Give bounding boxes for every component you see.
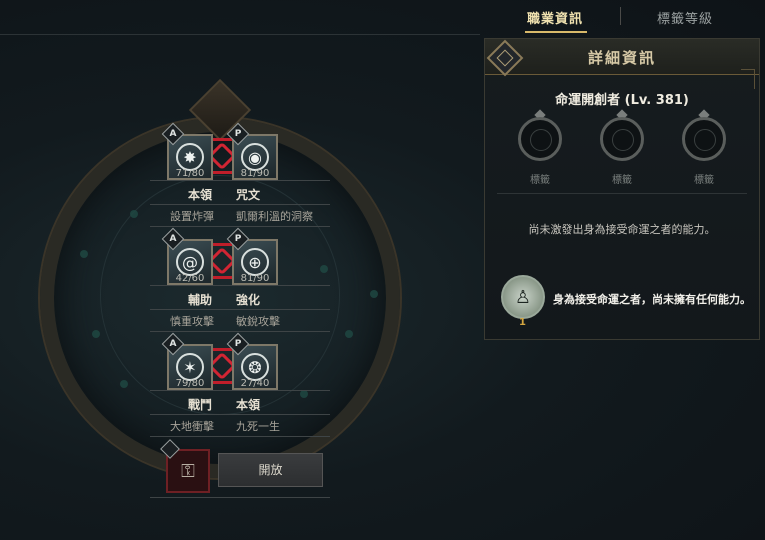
rune-glyph — [92, 330, 100, 338]
skill-count: 81/90 — [240, 168, 270, 179]
skill-count: 79/80 — [175, 378, 205, 389]
row-divider — [150, 436, 330, 437]
row-divider — [150, 309, 330, 310]
skill-category: 戰鬥 — [188, 398, 213, 412]
detail-panel: 詳細資訊 命運開創者 (Lv. 381) 標籤 標籤 標籤 尚未激發出身為接受命… — [484, 38, 760, 340]
skill-row: A ✶ P ❂ 79/80 27/40 戰鬥 本領 大地衝擊 九死一生 — [150, 332, 330, 440]
skill-category: 輔助 — [188, 293, 213, 307]
tag-label: 標籤 — [530, 175, 550, 186]
hooded-figure-icon[interactable]: ♙ — [501, 275, 545, 319]
tab-tag-level[interactable]: 標籤等級 — [657, 8, 713, 27]
skill-count: 81/90 — [240, 273, 270, 284]
skill-category: 本領 — [236, 398, 261, 412]
tag-ring-icon — [600, 117, 644, 161]
row-divider — [150, 285, 330, 286]
skill-name: 凱爾利溫的洞察 — [236, 210, 313, 223]
rune-glyph — [345, 330, 353, 338]
row-divider — [150, 204, 330, 205]
tab-bar: 職業資訊 標籤等級 — [485, 0, 765, 36]
rune-glyph — [120, 380, 128, 388]
crosshair-icon: ⊕ — [241, 248, 269, 276]
skill-count: 71/80 — [175, 168, 205, 179]
section-divider — [497, 193, 747, 194]
row-divider — [150, 226, 330, 227]
shell-icon: ❂ — [241, 353, 269, 381]
skill-name: 敏銳攻擊 — [236, 315, 280, 328]
tag-label: 標籤 — [612, 175, 632, 186]
rune-glyph — [80, 250, 88, 258]
skill-count: 42/60 — [175, 273, 205, 284]
panel-header: 詳細資訊 — [485, 39, 759, 75]
row-divider — [150, 414, 330, 415]
row-divider — [150, 331, 330, 332]
starburst-icon: ✸ — [176, 143, 204, 171]
corner-ornament — [741, 69, 755, 89]
open-button[interactable]: 開放 — [218, 453, 323, 487]
class-name: 命運開創者 (Lv. 381) — [555, 93, 689, 108]
skill-name: 設置炸彈 — [170, 210, 214, 223]
tag-label: 標籤 — [694, 175, 714, 186]
eye-rune-icon: ◉ — [241, 143, 269, 171]
skill-name: 九死一生 — [236, 420, 280, 433]
fate-level: 1 — [519, 317, 526, 328]
skill-row: A ✸ P ◉ 71/80 81/90 本領 咒文 設置炸彈 凱爾利溫的洞察 — [150, 122, 330, 230]
tab-separator — [620, 7, 621, 25]
tab-class-info[interactable]: 職業資訊 — [527, 8, 583, 27]
active-tab-indicator — [525, 31, 587, 33]
locked-skill-slot[interactable]: ⚿ — [160, 439, 210, 493]
row-divider — [150, 390, 330, 391]
skill-category: 強化 — [236, 293, 261, 307]
tag-ring-icon — [682, 117, 726, 161]
panel-title: 詳細資訊 — [587, 49, 656, 67]
impact-icon: ✶ — [176, 353, 204, 381]
swirl-icon: @ — [176, 248, 204, 276]
skill-category: 本領 — [188, 188, 213, 202]
skill-count: 27/40 — [240, 378, 270, 389]
fate-ability-message: 身為接受命運之者，尚未擁有任何能力。 — [553, 293, 751, 306]
tag-ring-icon — [518, 117, 562, 161]
rune-glyph — [370, 290, 378, 298]
skill-row: A @ P ⊕ 42/60 81/90 輔助 強化 慎重攻擊 敏銳攻擊 — [150, 227, 330, 335]
skill-category: 咒文 — [236, 188, 261, 202]
skill-name: 慎重攻擊 — [170, 315, 214, 328]
row-divider — [150, 497, 330, 498]
row-divider — [150, 180, 330, 181]
padlock-icon: ⚿ — [181, 460, 195, 482]
ability-status-message: 尚未激發出身為接受命運之者的能力。 — [528, 223, 716, 236]
header-divider — [0, 34, 480, 35]
skill-name: 大地衝擊 — [170, 420, 214, 433]
rune-glyph — [130, 210, 138, 218]
